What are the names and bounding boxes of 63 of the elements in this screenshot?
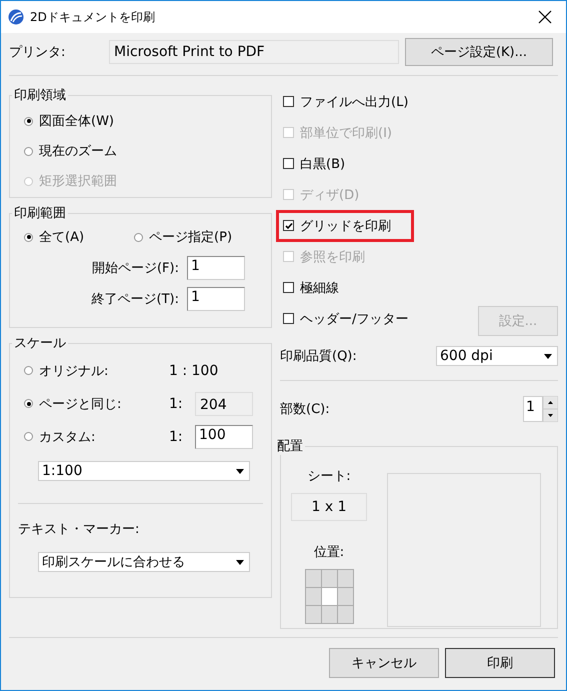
checkbox[interactable] xyxy=(283,313,294,324)
close-icon[interactable] xyxy=(538,10,552,24)
checkbox-label: ヘッダー/フッター xyxy=(300,310,408,328)
group-title: 印刷領域 xyxy=(13,87,67,104)
checkbox[interactable] xyxy=(283,220,294,231)
marker-label: テキスト・マーカー: xyxy=(18,521,140,538)
scale-value: 1 : 100 xyxy=(169,362,218,378)
app-logo-icon xyxy=(8,9,24,25)
checkbox-label: 部単位で印刷(I) xyxy=(300,124,392,142)
printer-field: Microsoft Print to PDF xyxy=(109,40,399,64)
radio-label: カスタム: xyxy=(39,428,96,446)
checkbox-label: 極細線 xyxy=(300,280,339,296)
checkbox-label: ディザ(D) xyxy=(300,186,360,204)
dialog-button[interactable]: キャンセル xyxy=(329,648,439,678)
copies-label: 部数(C): xyxy=(280,401,330,418)
quality-dropdown[interactable]: 600 dpi xyxy=(436,346,558,366)
spinner-arrows-icon[interactable] xyxy=(543,396,558,422)
checkbox-label: グリッドを印刷 xyxy=(300,218,391,234)
radio-button[interactable] xyxy=(24,366,33,375)
radio-label: ページと同じ: xyxy=(39,396,122,412)
dialog-button[interactable]: 印刷 xyxy=(445,648,555,678)
scale-field: 204 xyxy=(195,392,253,416)
quality-label: 印刷品質(Q): xyxy=(280,348,357,365)
window-title: 2Dドキュメントを印刷 xyxy=(30,8,156,26)
marker-dropdown[interactable]: 印刷スケールに合わせる xyxy=(38,552,250,572)
scale-field[interactable]: 100 xyxy=(195,424,253,448)
dropdown-arrow-icon xyxy=(236,468,244,474)
radio-button[interactable] xyxy=(24,116,33,126)
ratio-label: 1: xyxy=(169,428,184,444)
radio-label: 全て(A) xyxy=(39,229,84,246)
checkbox[interactable] xyxy=(283,96,294,107)
radio-label: オリジナル: xyxy=(39,362,110,380)
sheet-field: 1 x 1 xyxy=(291,493,367,521)
page-label: 開始ページ(F): xyxy=(92,260,179,276)
scale-dropdown[interactable]: 1:100 xyxy=(38,461,250,481)
dropdown-arrow-icon xyxy=(544,354,552,358)
checkbox[interactable] xyxy=(283,282,294,293)
printer-label: プリンタ: xyxy=(9,44,66,61)
checkbox-label: 白黒(B) xyxy=(300,156,346,172)
sheet-label: シート: xyxy=(307,468,351,485)
radio-button[interactable] xyxy=(24,146,33,156)
page-field[interactable]: 1 xyxy=(187,286,245,310)
group-title: 配置 xyxy=(276,438,304,455)
radio-button[interactable] xyxy=(24,399,33,408)
radio-button[interactable] xyxy=(24,232,33,242)
checkbox-label: 参照を印刷 xyxy=(300,248,365,266)
radio-label: 現在のズーム xyxy=(39,143,117,160)
ratio-label: 1: xyxy=(169,396,184,412)
page-field[interactable]: 1 xyxy=(187,256,245,280)
checkbox[interactable] xyxy=(283,158,294,169)
radio-label: ページ指定(P) xyxy=(149,229,232,246)
group-title: 印刷範囲 xyxy=(13,205,67,222)
group-title: スケール xyxy=(13,335,67,352)
radio-button[interactable] xyxy=(24,432,33,441)
copies-field[interactable]: 1 xyxy=(523,396,543,422)
dropdown-arrow-icon xyxy=(236,560,244,564)
radio-label: 矩形選択範囲 xyxy=(39,173,117,190)
radio-label: 図面全体(W) xyxy=(39,113,114,130)
radio-button[interactable] xyxy=(134,232,144,242)
checkbox-label: ファイルへ出力(L) xyxy=(300,94,408,110)
page-setup-button[interactable]: ページ設定(K)... xyxy=(405,38,553,66)
position-label: 位置: xyxy=(314,544,344,561)
page-label: 終了ページ(T): xyxy=(92,290,179,308)
